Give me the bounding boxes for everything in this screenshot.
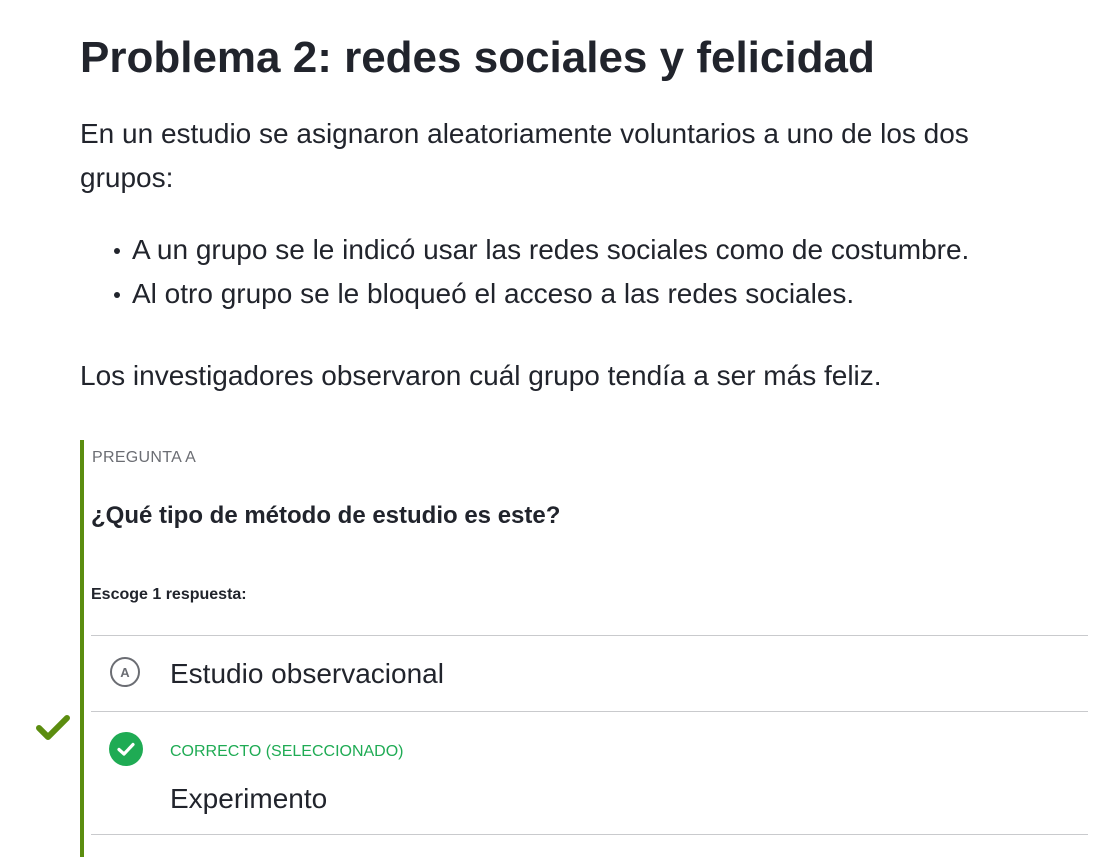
list-item: Al otro grupo se le bloqueó el acceso a … xyxy=(80,272,1060,316)
divider xyxy=(91,834,1088,835)
divider xyxy=(91,635,1088,636)
question-text: ¿Qué tipo de método de estudio es este? xyxy=(91,502,561,529)
problem-intro: En un estudio se asignaron aleatoriament… xyxy=(80,118,969,193)
problem-conditions-list: A un grupo se le indicó usar las redes s… xyxy=(80,228,1060,316)
choice-text: Experimento xyxy=(170,783,328,814)
choice-letter-badge: A xyxy=(110,657,140,687)
problem-outro: Los investigadores observaron cuál grupo… xyxy=(80,360,882,391)
divider xyxy=(91,711,1088,712)
question-accent-bar xyxy=(80,440,84,857)
question-label: PREGUNTA A xyxy=(92,449,197,466)
answer-instructions: Escoge 1 respuesta: xyxy=(91,586,247,603)
check-circle-icon xyxy=(109,732,143,766)
problem-title: Problema 2: redes sociales y felicidad xyxy=(80,33,875,82)
correct-status-label: CORRECTO (SELECCIONADO) xyxy=(170,743,404,760)
list-item: A un grupo se le indicó usar las redes s… xyxy=(80,228,1060,272)
checkmark-icon xyxy=(36,715,70,740)
choice-text: Estudio observacional xyxy=(170,658,444,689)
